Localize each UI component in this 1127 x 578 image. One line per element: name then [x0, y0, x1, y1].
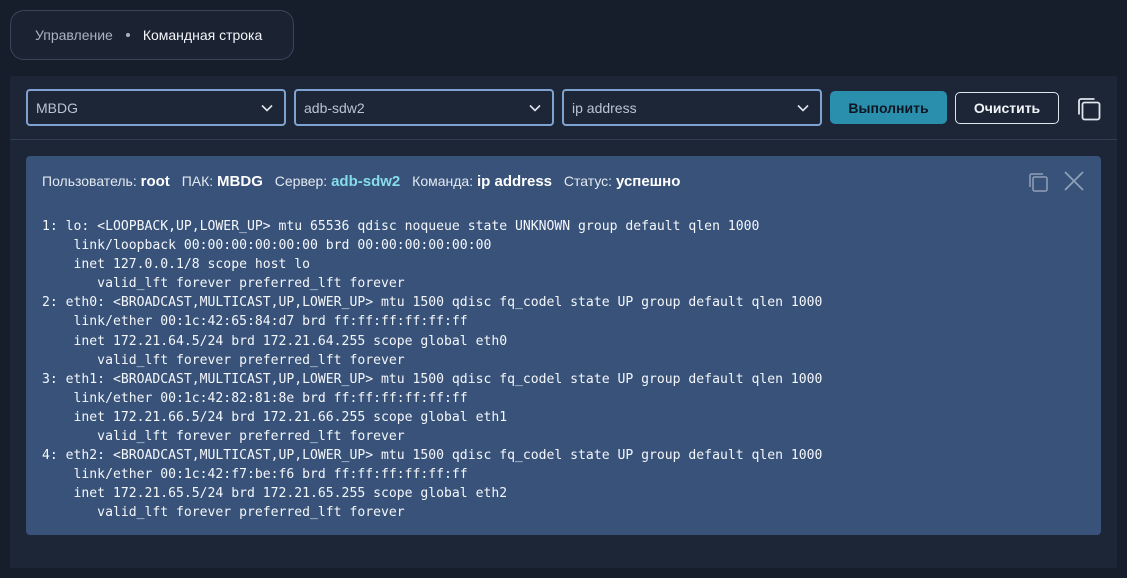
command-select-value: ip address	[572, 99, 637, 116]
pak-label: ПАК:	[181, 173, 214, 189]
command-select[interactable]: ip address	[562, 89, 822, 126]
breadcrumb-parent[interactable]: Управление	[35, 27, 113, 43]
chevron-down-icon	[797, 104, 809, 112]
result-card: Пользователь: root ПАК: MBDG Сервер: adb…	[26, 156, 1101, 535]
pak-select-value: MBDG	[36, 99, 78, 116]
status-value: успешно	[615, 173, 681, 190]
command-output: 1: lo: <LOOPBACK,UP,LOWER_UP> mtu 65536 …	[42, 219, 823, 521]
user-label: Пользователь:	[42, 173, 137, 189]
server-select-value: adb-sdw2	[304, 99, 365, 116]
command-toolbar: MBDG adb-sdw2 ip address Выполнить Очист…	[10, 76, 1117, 140]
user-value: root	[140, 173, 170, 190]
chevron-down-icon	[529, 104, 541, 112]
command-panel: MBDG adb-sdw2 ip address Выполнить Очист…	[10, 76, 1117, 568]
result-meta: Пользователь: root ПАК: MBDG Сервер: adb…	[42, 173, 680, 190]
breadcrumb-separator	[125, 33, 130, 37]
breadcrumb-current: Командная строка	[142, 27, 263, 43]
server-select[interactable]: adb-sdw2	[294, 89, 554, 126]
status-label: Статус:	[563, 173, 613, 189]
server-value: adb-sdw2	[331, 173, 401, 190]
copy-icon[interactable]	[1027, 171, 1049, 193]
pak-select[interactable]: MBDG	[26, 89, 286, 126]
breadcrumb: Управление Командная строка	[10, 10, 294, 60]
pak-value: MBDG	[217, 173, 263, 190]
run-button[interactable]: Выполнить	[830, 91, 947, 124]
command-label: Команда:	[412, 173, 474, 189]
close-icon[interactable]	[1063, 170, 1085, 192]
server-label: Сервер:	[274, 173, 328, 189]
copy-icon[interactable]	[1076, 96, 1102, 122]
clear-button[interactable]: Очистить	[955, 92, 1059, 124]
chevron-down-icon	[261, 104, 273, 112]
command-value: ip address	[477, 173, 553, 190]
